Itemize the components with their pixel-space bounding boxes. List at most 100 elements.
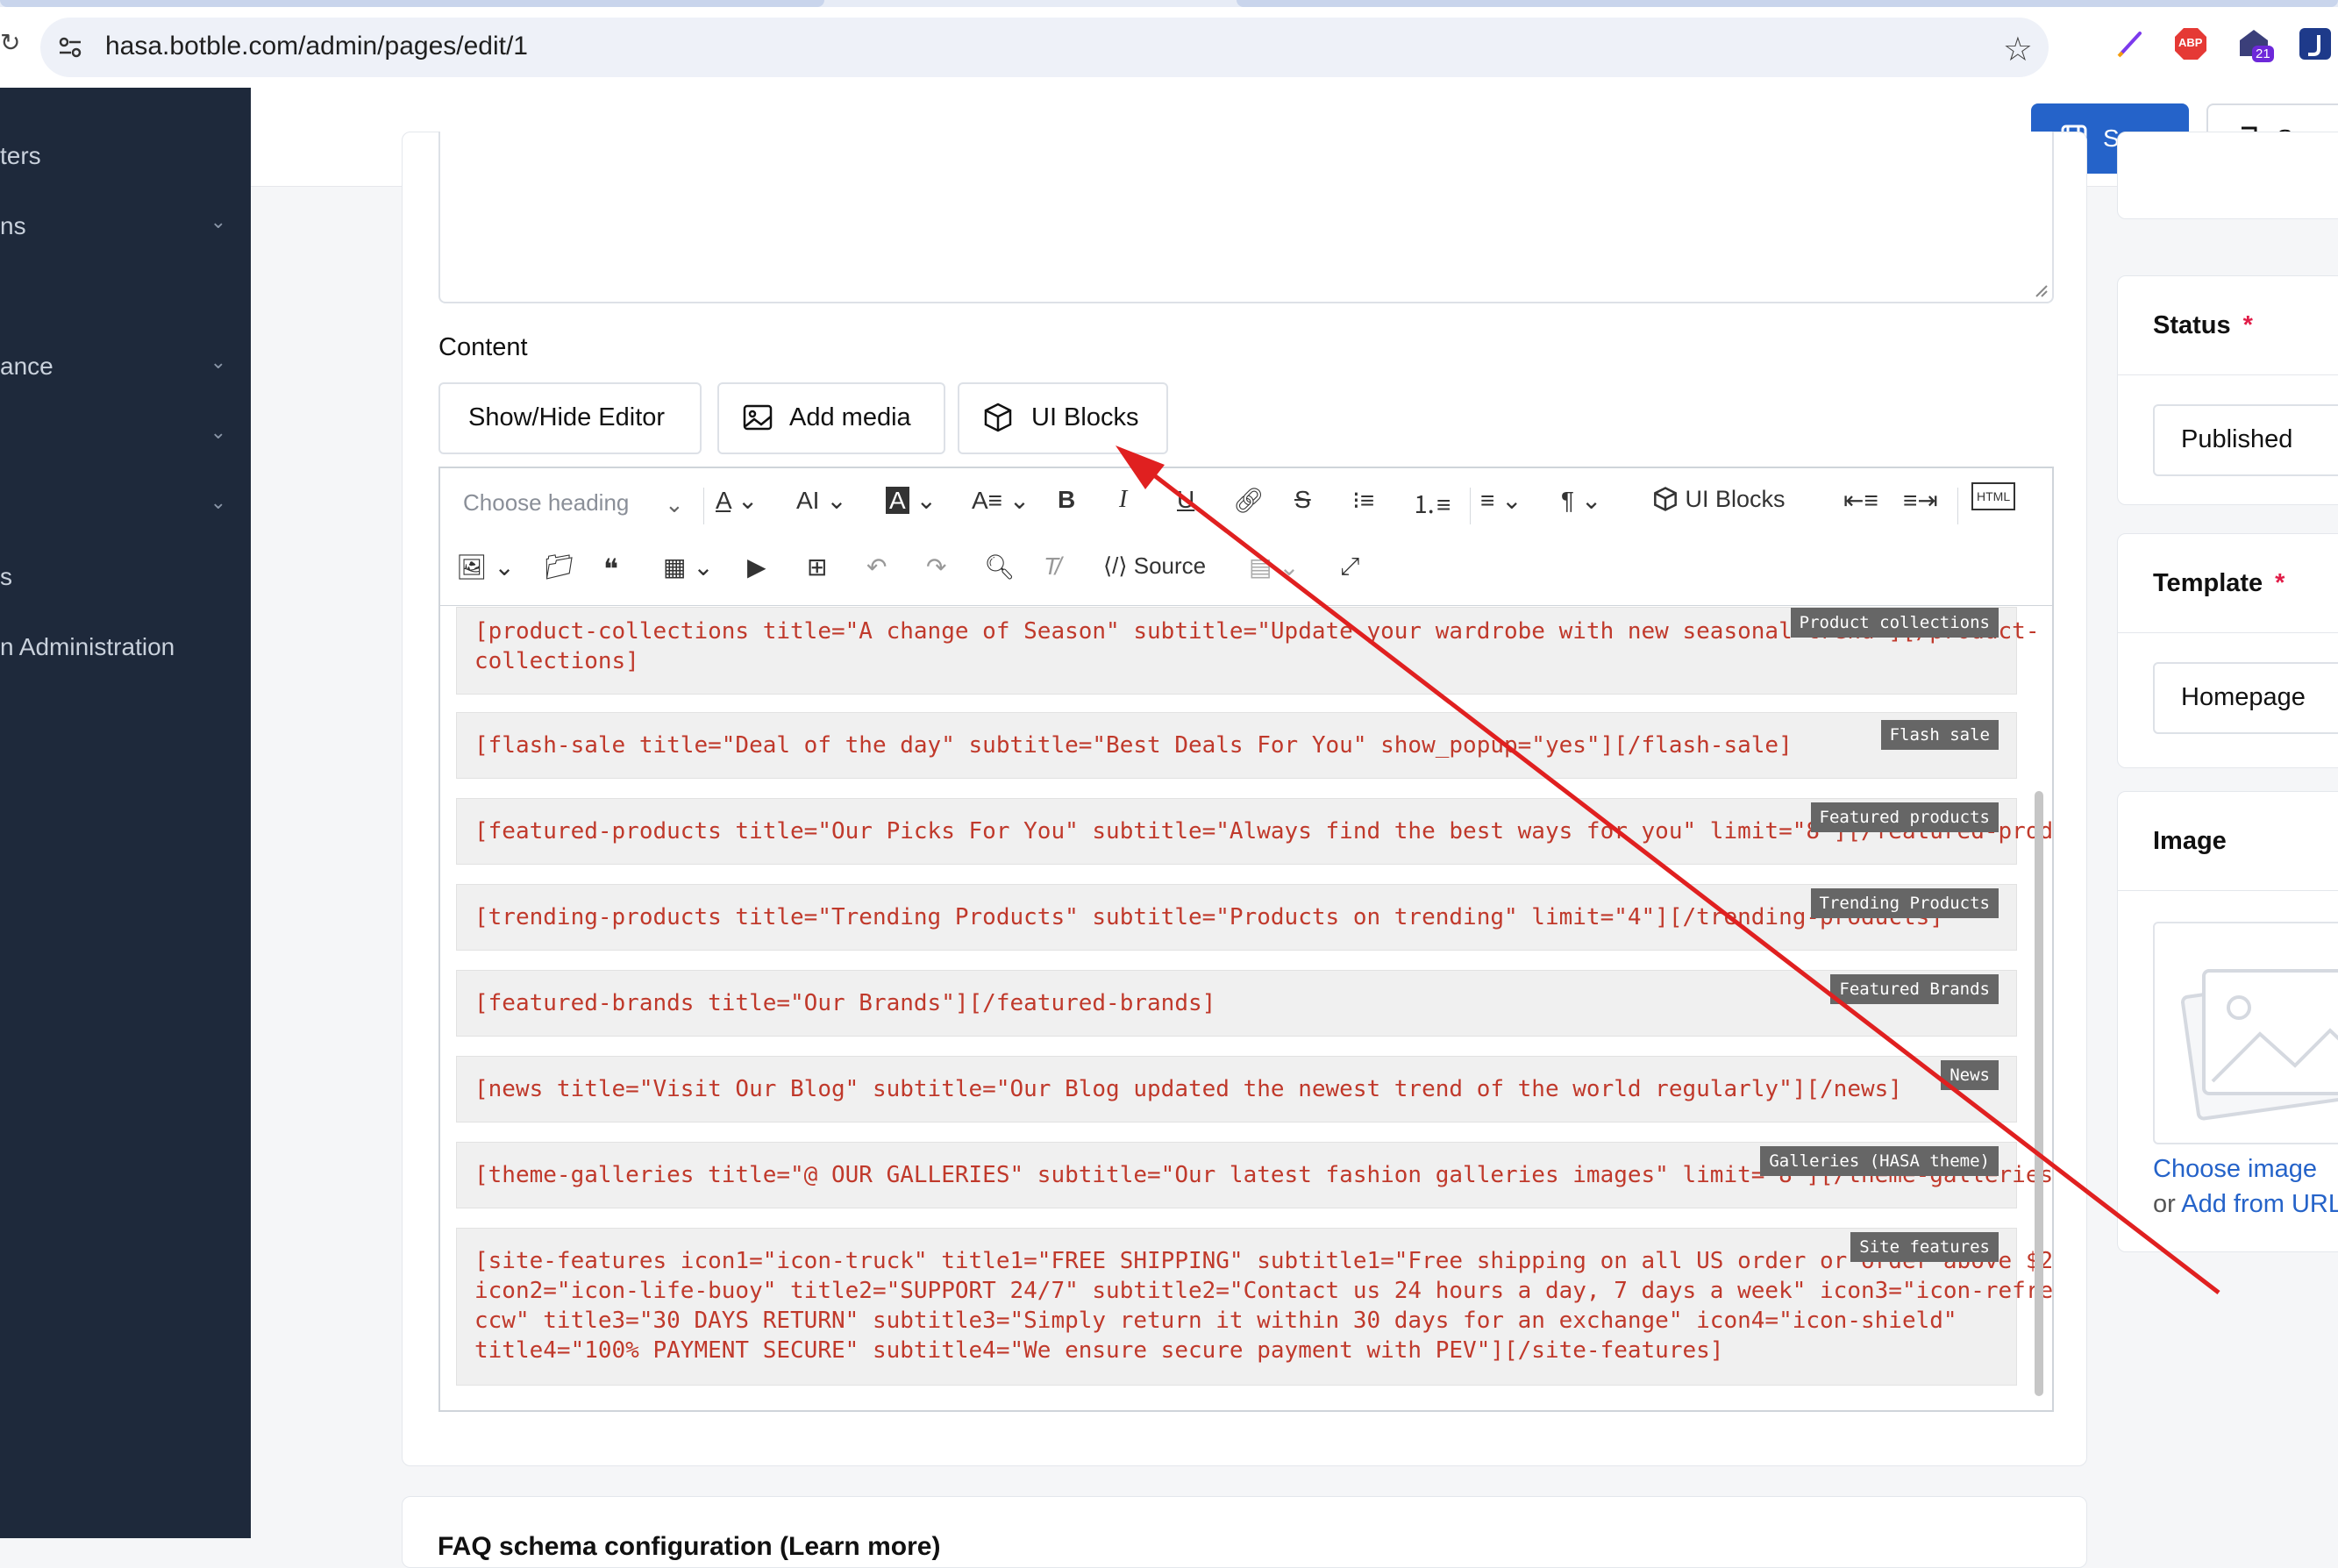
admin-sidebar: ters ns ⌄ ance ⌄ ⌄ ⌄ s n Administration (0, 88, 251, 1538)
underline-icon[interactable]: U (1177, 486, 1194, 514)
media-embed-icon[interactable]: ▶︎ (747, 552, 766, 581)
site-settings-icon[interactable] (56, 33, 84, 61)
block-tag: Trending Products (1810, 888, 1999, 918)
ui-blocks-button[interactable]: UI Blocks (958, 382, 1168, 454)
source-button[interactable]: ⟨/⟩ Source (1103, 552, 1206, 580)
block-tag: Flash sale (1880, 720, 1999, 750)
html-embed-icon[interactable]: HTML (1971, 482, 2016, 510)
block-tag: Product collections (1790, 608, 1999, 638)
chevron-down-icon: ⌄ (210, 210, 226, 232)
address-bar[interactable]: hasa.botble.com/admin/pages/edit/1 ☆ (40, 18, 2049, 77)
browser-toolbar: ↻ hasa.botble.com/admin/pages/edit/1 ☆ A… (0, 0, 2338, 88)
block-tag: Featured Brands (1830, 974, 1999, 1004)
block-tag: Featured products (1810, 802, 1999, 832)
chevron-down-icon: ⌄ (210, 351, 226, 373)
block-featured-brands[interactable]: [featured-brands title="Our Brands"][/fe… (456, 970, 2017, 1037)
font-color-icon[interactable]: A ⌄ (716, 486, 758, 515)
table-icon[interactable]: ▦ ⌄ (663, 552, 714, 581)
shortcode-text: [featured-brands title="Our Brands"][/fe… (474, 990, 1216, 1016)
paragraph-direction-icon[interactable]: ¶ ⌄ (1561, 486, 1601, 515)
badge-count: 21 (2252, 46, 2274, 62)
sidebar-item-ance[interactable]: ance ⌄ (0, 340, 251, 393)
image-placeholder-icon (2181, 969, 2338, 1121)
sidebar-item-blank-3[interactable]: ⌄ (0, 481, 251, 533)
block-product-collections[interactable]: [product-collections title="A change of … (456, 607, 2039, 695)
undo-icon[interactable]: ↶ (866, 552, 887, 581)
template-icon[interactable]: ▤ ⌄ (1249, 552, 1300, 581)
image-placeholder[interactable] (2153, 922, 2338, 1144)
template-select[interactable]: Homepage (2153, 662, 2338, 734)
editor-toolbar: Choose heading ⌄ A ⌄ AI ⌄ A ⌄ A≡ ⌄ B I U… (440, 468, 2052, 606)
image-title: Image (2153, 827, 2227, 855)
block-news[interactable]: [news title="Visit Our Blog" subtitle="O… (456, 1056, 2017, 1123)
numbered-list-icon[interactable]: ⒈≡ (1412, 486, 1451, 521)
chevron-down-icon: ⌄ (210, 491, 226, 513)
sidebar-item-s[interactable]: s (0, 551, 251, 603)
bulleted-list-icon[interactable]: ⁝≡ (1352, 486, 1374, 515)
background-color-icon[interactable]: A ⌄ (886, 486, 937, 515)
notification-extension-icon[interactable]: 21 (2236, 26, 2274, 62)
add-from-url-link[interactable]: Add from URL (2181, 1190, 2338, 1218)
bold-icon[interactable]: B (1058, 486, 1075, 514)
editor-scrollbar[interactable] (2035, 791, 2043, 1396)
layout-grid-icon[interactable]: ⊞ (807, 552, 827, 581)
insert-image-icon[interactable]: 🖼︎ ⌄ (456, 552, 515, 581)
heading-dropdown[interactable]: Choose heading ⌄ (463, 489, 684, 517)
choose-image-link[interactable]: Choose image (2153, 1155, 2317, 1184)
description-textarea[interactable] (438, 132, 2054, 303)
adblock-plus-icon[interactable]: ABP (2173, 26, 2208, 61)
block-trending-products[interactable]: [trending-products title="Trending Produ… (456, 884, 2017, 951)
redo-icon[interactable]: ↷ (926, 552, 946, 581)
block-featured-products[interactable]: [featured-products title="Our Picks For … (456, 798, 2052, 865)
sidebar-item-blank-2[interactable]: ⌄ (0, 410, 251, 463)
toolbar-ui-blocks-button[interactable]: UI Blocks (1652, 486, 1786, 513)
shortcode-text: [flash-sale title="Deal of the day" subt… (474, 732, 1793, 759)
url-text[interactable]: hasa.botble.com/admin/pages/edit/1 (105, 32, 528, 61)
content-label: Content (438, 333, 528, 361)
image-icon (743, 404, 773, 431)
chevron-down-icon: ⌄ (665, 491, 684, 517)
sidebar-item-blank-1[interactable] (0, 270, 251, 323)
block-tag: News (1941, 1060, 1999, 1090)
blockquote-icon[interactable]: ❝ (603, 552, 618, 586)
status-card: Status * Published (2117, 275, 2338, 505)
find-replace-icon[interactable]: 🔍︎ (984, 552, 1016, 581)
status-select[interactable]: Published (2153, 404, 2338, 476)
pen-extension-icon[interactable] (2113, 26, 2149, 61)
template-title: Template * (2153, 569, 2285, 597)
remove-format-icon[interactable]: T̸ (1044, 552, 1059, 581)
block-tag: Site features (1850, 1232, 1999, 1262)
italic-icon[interactable]: I (1119, 486, 1127, 514)
j-extension-icon[interactable] (2298, 26, 2333, 61)
link-icon[interactable]: 🔗︎ (1233, 486, 1265, 515)
reload-icon[interactable]: ↻ (0, 28, 20, 57)
editor-content[interactable]: [product-collections title="A change of … (440, 607, 2052, 1410)
block-theme-galleries[interactable]: [theme-galleries title="@ OUR GALLERIES"… (456, 1142, 2052, 1208)
strikethrough-icon[interactable]: S (1294, 486, 1311, 514)
font-family-icon[interactable]: A≡ ⌄ (972, 486, 1030, 515)
sidebar-item-ns[interactable]: ns ⌄ (0, 200, 251, 253)
rich-text-editor[interactable]: Choose heading ⌄ A ⌄ AI ⌄ A ⌄ A≡ ⌄ B I U… (438, 467, 2054, 1412)
bookmark-star-icon[interactable]: ☆ (2003, 30, 2033, 69)
font-size-icon[interactable]: AI ⌄ (796, 486, 847, 515)
fullscreen-icon[interactable]: ⤢ (1340, 552, 1359, 581)
indent-icon[interactable]: ≡⇥ (1903, 486, 1938, 515)
block-site-features[interactable]: [site-features icon1="icon-truck" title1… (456, 1228, 2052, 1386)
block-tag: Galleries (HASA theme) (1760, 1146, 1999, 1176)
sidebar-item-ters[interactable]: ters (0, 130, 251, 182)
sidebar-item-administration[interactable]: n Administration (0, 621, 251, 674)
resize-handle-icon[interactable] (2035, 284, 2049, 298)
shortcode-text: [site-features icon1="icon-truck" title1… (474, 1248, 2052, 1364)
add-media-button[interactable]: Add media (717, 382, 945, 454)
outdent-icon[interactable]: ⇤≡ (1843, 486, 1878, 515)
tab-strip (0, 0, 2338, 7)
publish-card (2117, 132, 2338, 219)
show-hide-editor-button[interactable]: Show/Hide Editor (438, 382, 702, 454)
template-card: Template * Homepage (2117, 533, 2338, 768)
cube-icon (1654, 487, 1677, 511)
align-icon[interactable]: ≡ ⌄ (1480, 486, 1522, 515)
media-folder-icon[interactable]: 📁︎ (544, 552, 575, 581)
chevron-down-icon: ⌄ (210, 421, 226, 443)
block-flash-sale[interactable]: [flash-sale title="Deal of the day" subt… (456, 712, 2017, 779)
faq-schema-card: FAQ schema configuration (Learn more) (402, 1496, 2087, 1568)
